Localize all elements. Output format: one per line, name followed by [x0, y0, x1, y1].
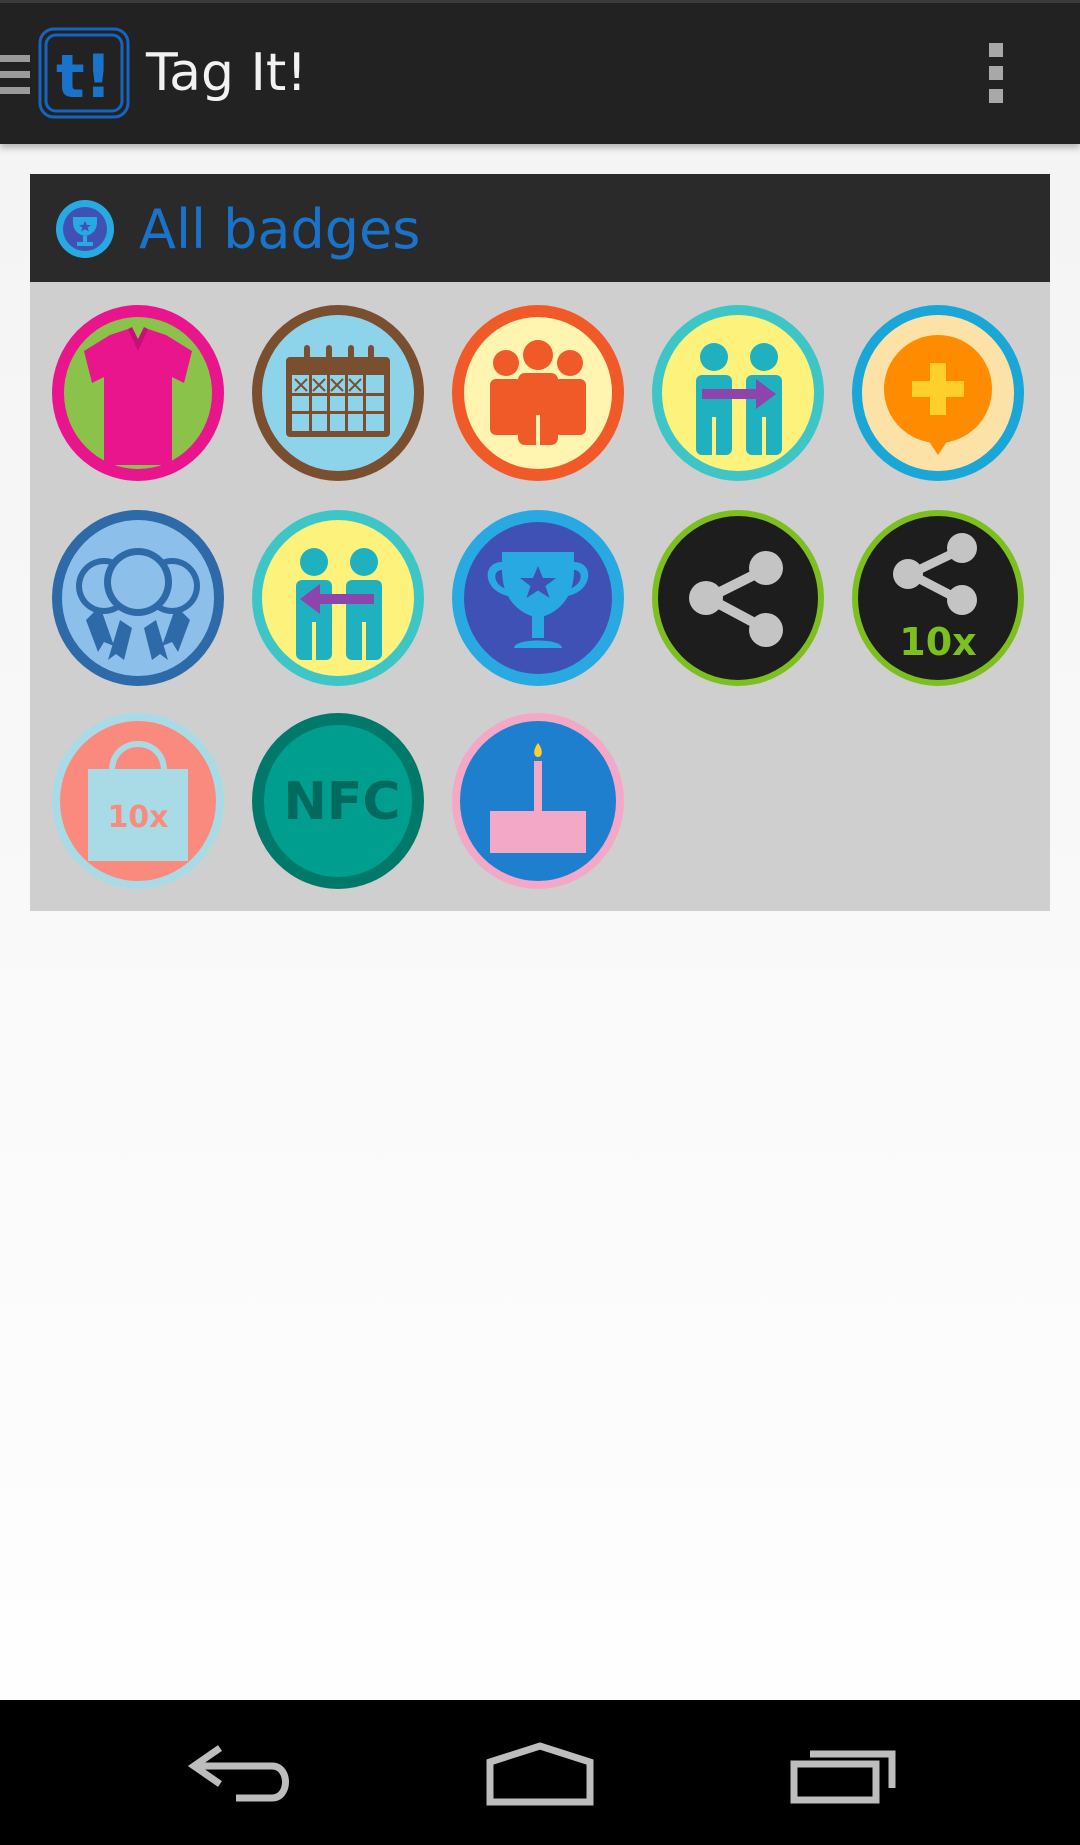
badge-nfc[interactable]: NFC	[252, 713, 424, 889]
shopping-bag-icon: 10x	[52, 713, 224, 889]
home-icon[interactable]	[480, 1740, 600, 1810]
birthday-cake-icon	[452, 713, 624, 889]
share-10x-label: 10x	[899, 620, 976, 664]
app-logo[interactable]: t!	[36, 25, 132, 121]
badge-group[interactable]	[452, 305, 624, 481]
badges-card: All badges 10x 10x NFC	[30, 174, 1050, 911]
award-ribbon-icon	[52, 510, 224, 686]
badge-tshirt[interactable]	[52, 305, 224, 481]
people-arrow-right-icon	[652, 305, 824, 481]
card-title: All badges	[139, 198, 421, 261]
plus-speech-bubble-icon	[852, 305, 1024, 481]
badge-trophy[interactable]	[452, 510, 624, 686]
card-header: All badges	[30, 174, 1050, 282]
overflow-menu-icon[interactable]	[986, 43, 1006, 107]
people-group-icon	[452, 305, 624, 481]
badge-share-10x[interactable]: 10x	[852, 510, 1024, 686]
share-icon: 10x	[852, 510, 1024, 686]
tshirt-icon	[52, 305, 224, 481]
share-icon	[652, 510, 824, 686]
badge-transfer-in[interactable]	[252, 510, 424, 686]
app-logo-text: t!	[56, 42, 112, 112]
badge-transfer-out[interactable]	[652, 305, 824, 481]
drawer-menu-icon[interactable]	[0, 55, 30, 99]
trophy-icon	[452, 510, 624, 686]
shopping-10x-label: 10x	[107, 800, 168, 835]
badge-calendar[interactable]	[252, 305, 424, 481]
badge-shopping-10x[interactable]: 10x	[52, 713, 224, 889]
badge-add-comment[interactable]	[852, 305, 1024, 481]
back-icon[interactable]	[180, 1740, 300, 1810]
people-arrow-left-icon	[252, 510, 424, 686]
badge-share[interactable]	[652, 510, 824, 686]
action-bar: t! Tag It!	[0, 0, 1080, 144]
calendar-icon	[252, 305, 424, 481]
app-title: Tag It!	[146, 43, 308, 103]
system-navigation-bar	[0, 1700, 1080, 1845]
nfc-icon: NFC	[252, 713, 424, 889]
badge-birthday-cake[interactable]	[452, 713, 624, 889]
trophy-icon	[54, 198, 116, 260]
badge-ribbon[interactable]	[52, 510, 224, 686]
nfc-label: NFC	[283, 772, 400, 832]
recent-apps-icon[interactable]	[780, 1740, 900, 1810]
